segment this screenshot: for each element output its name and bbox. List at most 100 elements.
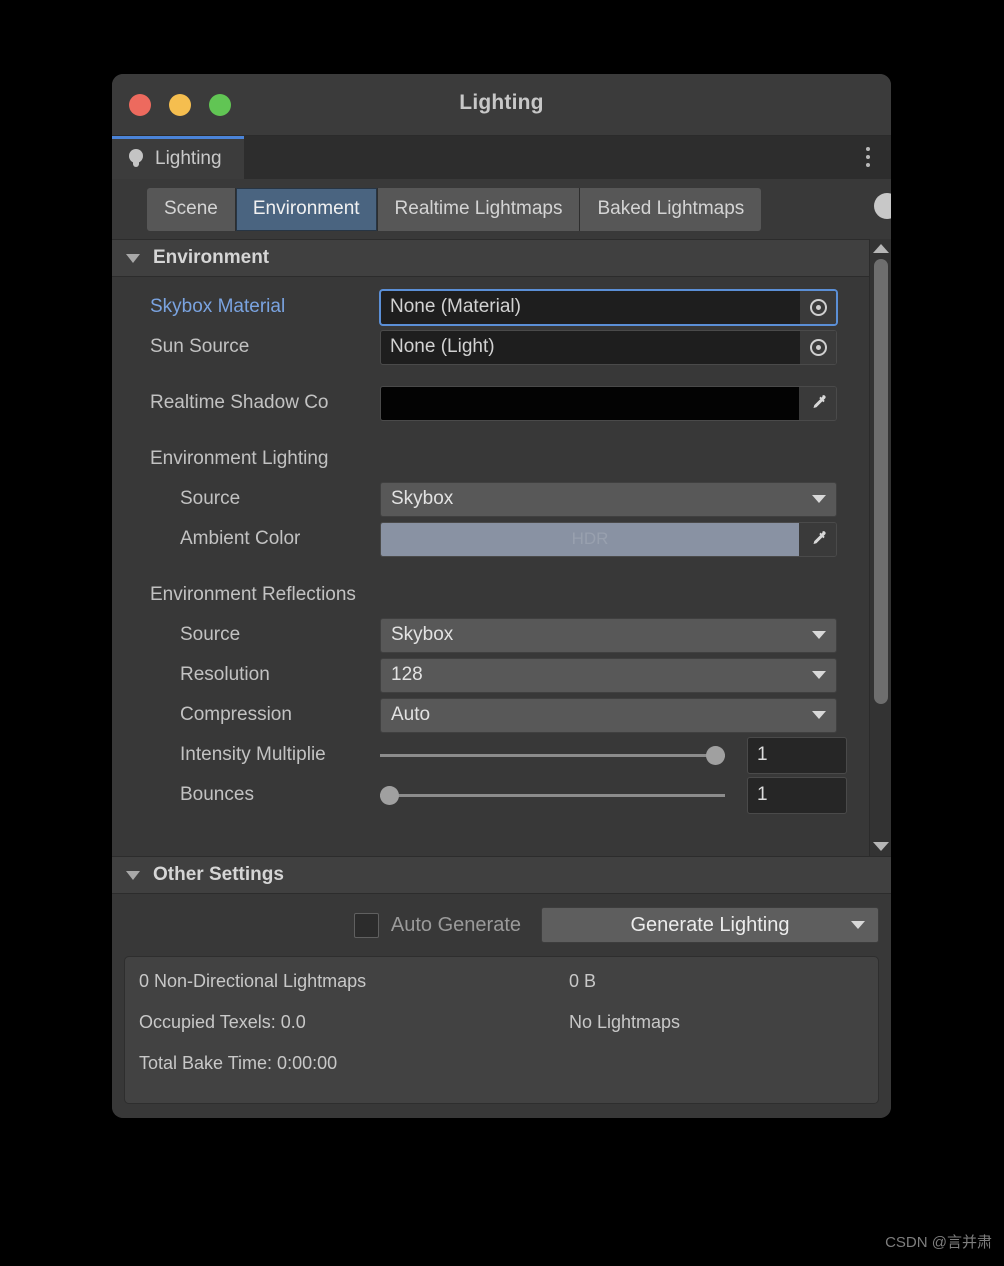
- editor-tabstrip: Lighting: [112, 136, 891, 179]
- generate-lighting-button[interactable]: Generate Lighting: [541, 907, 879, 943]
- bounces-slider[interactable]: [380, 778, 737, 813]
- skybox-material-object-picker-icon[interactable]: [800, 290, 836, 324]
- intensity-multiplier-track[interactable]: [380, 745, 725, 765]
- stats-left-column: 0 Non-Directional Lightmaps Occupied Tex…: [139, 971, 366, 1094]
- row-env-lighting-source: Source Skybox: [112, 479, 847, 519]
- eyedropper-icon[interactable]: [799, 386, 836, 420]
- intensity-multiplier-knob[interactable]: [706, 745, 725, 765]
- stat-line: No Lightmaps: [569, 1012, 681, 1032]
- env-lighting-source-label: Source: [180, 488, 241, 509]
- row-skybox-material: Skybox Material None (Material): [112, 287, 847, 327]
- auto-generate-label: Auto Generate: [390, 913, 521, 936]
- env-lighting-source-value: Skybox: [391, 488, 454, 509]
- reflections-source-dropdown[interactable]: Skybox: [380, 617, 837, 653]
- generate-lighting-row: Auto Generate Generate Lighting: [112, 894, 891, 956]
- row-intensity-multiplier: Intensity Multiplie 1: [112, 735, 847, 775]
- lightbulb-icon: [128, 148, 144, 170]
- environment-lighting-group-label: Environment Lighting: [150, 448, 329, 469]
- section-tabs: Scene Environment Realtime Lightmaps Bak…: [147, 187, 762, 231]
- row-sun-source: Sun Source None (Light): [112, 327, 847, 367]
- settings-content: Environment Skybox Material None (Materi…: [112, 239, 869, 856]
- sun-source-value: None (Light): [390, 336, 495, 357]
- environment-reflections-group-label: Environment Reflections: [150, 584, 356, 605]
- stats-right-column: 0 B No Lightmaps: [569, 971, 680, 1053]
- lightmap-stats-panel: 0 Non-Directional Lightmaps Occupied Tex…: [124, 956, 879, 1104]
- footer-area: Other Settings Auto Generate Generate Li…: [112, 856, 891, 1118]
- scroll-down-arrow-icon[interactable]: [872, 842, 889, 851]
- more-options-icon[interactable]: [866, 147, 870, 167]
- environment-section-title: Environment: [153, 247, 270, 268]
- tab-scene[interactable]: Scene: [147, 187, 236, 231]
- reflections-compression-dropdown[interactable]: Auto: [380, 697, 837, 733]
- realtime-shadow-color-field[interactable]: [380, 385, 837, 421]
- bounces-value[interactable]: 1: [747, 776, 847, 814]
- sun-source-field[interactable]: None (Light): [380, 329, 837, 365]
- chevron-down-icon: [812, 631, 826, 639]
- row-reflections-resolution: Resolution 128: [112, 655, 847, 695]
- reflections-source-label: Source: [180, 624, 241, 645]
- ambient-color-field[interactable]: HDR: [380, 521, 837, 557]
- intensity-multiplier-slider[interactable]: [380, 738, 737, 773]
- row-reflections-compression: Compression Auto: [112, 695, 847, 735]
- skybox-material-label: Skybox Material: [150, 296, 286, 317]
- collapse-triangle-icon[interactable]: [126, 870, 140, 880]
- other-settings-header[interactable]: Other Settings: [112, 856, 891, 894]
- collapse-triangle-icon[interactable]: [126, 253, 140, 263]
- reflections-source-value: Skybox: [391, 624, 454, 645]
- bounces-label: Bounces: [180, 784, 254, 805]
- reflections-resolution-label: Resolution: [180, 664, 270, 685]
- skybox-material-field[interactable]: None (Material): [380, 289, 837, 325]
- tab-baked-lightmaps[interactable]: Baked Lightmaps: [580, 187, 762, 231]
- reflections-compression-label: Compression: [180, 704, 292, 725]
- row-bounces: Bounces 1: [112, 775, 847, 815]
- generate-lighting-label: Generate Lighting: [630, 913, 790, 936]
- vertical-scrollbar[interactable]: [869, 239, 891, 856]
- stat-line: Total Bake Time: 0:00:00: [139, 1053, 338, 1073]
- environment-rows: Skybox Material None (Material) Sun Sour…: [112, 277, 869, 815]
- intensity-multiplier-label: Intensity Multiplie: [180, 744, 326, 765]
- scrollbar-thumb[interactable]: [873, 259, 888, 704]
- tab-lighting[interactable]: Lighting: [112, 136, 244, 179]
- ambient-color-label: Ambient Color: [180, 528, 301, 549]
- bounces-track[interactable]: [380, 785, 725, 805]
- lighting-settings-body: Environment Skybox Material None (Materi…: [112, 239, 891, 856]
- sun-source-label: Sun Source: [150, 336, 250, 357]
- row-realtime-shadow-color: Realtime Shadow Co: [112, 383, 847, 423]
- chevron-down-icon[interactable]: [851, 921, 865, 929]
- row-environment-reflections-group: Environment Reflections: [112, 575, 847, 615]
- other-settings-title: Other Settings: [153, 864, 284, 885]
- intensity-multiplier-value[interactable]: 1: [747, 736, 847, 774]
- hdr-badge: HDR: [571, 529, 609, 548]
- sun-source-object-picker-icon[interactable]: [800, 330, 836, 364]
- reflections-resolution-value: 128: [391, 664, 423, 685]
- window-titlebar: Lighting: [112, 74, 891, 136]
- bounces-knob[interactable]: [380, 785, 399, 805]
- row-reflections-source: Source Skybox: [112, 615, 847, 655]
- stat-line: 0 Non-Directional Lightmaps: [139, 971, 367, 991]
- lighting-window: Lighting Lighting Scene Environment Real…: [112, 74, 891, 1118]
- reflections-resolution-dropdown[interactable]: 128: [380, 657, 837, 693]
- watermark: CSDN @言并肃: [885, 1234, 992, 1251]
- realtime-shadow-color-label: Realtime Shadow Co: [150, 392, 329, 413]
- stat-line: Occupied Texels: 0.0: [139, 1012, 306, 1032]
- row-ambient-color: Ambient Color HDR: [112, 519, 847, 559]
- skybox-material-value: None (Material): [390, 296, 521, 317]
- section-tab-toolbar: Scene Environment Realtime Lightmaps Bak…: [112, 179, 891, 239]
- window-title: Lighting: [459, 91, 544, 114]
- help-icon[interactable]: [874, 193, 891, 219]
- realtime-shadow-color-swatch[interactable]: [381, 386, 799, 420]
- chevron-down-icon: [812, 495, 826, 503]
- chevron-down-icon: [812, 711, 826, 719]
- row-environment-lighting-group: Environment Lighting: [112, 439, 847, 479]
- environment-section-header[interactable]: Environment: [112, 239, 869, 277]
- tab-environment[interactable]: Environment: [235, 187, 378, 231]
- tab-lighting-label: Lighting: [155, 148, 222, 169]
- ambient-color-swatch[interactable]: HDR: [381, 522, 799, 556]
- ambient-eyedropper-icon[interactable]: [799, 522, 836, 556]
- auto-generate-checkbox[interactable]: [353, 912, 379, 938]
- tab-realtime-lightmaps[interactable]: Realtime Lightmaps: [377, 187, 581, 231]
- env-lighting-source-dropdown[interactable]: Skybox: [380, 481, 837, 517]
- stat-line: 0 B: [569, 971, 597, 991]
- scroll-up-arrow-icon[interactable]: [872, 244, 889, 253]
- chevron-down-icon: [812, 671, 826, 679]
